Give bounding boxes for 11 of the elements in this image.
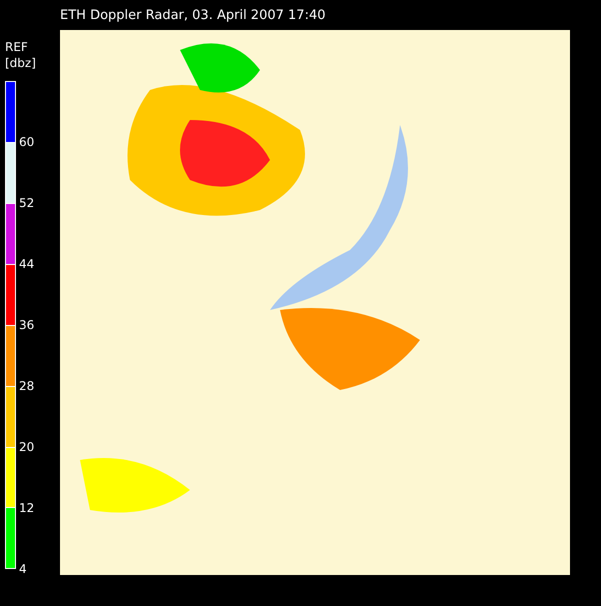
radar-title: ETH Doppler Radar, 03. April 2007 17:40 bbox=[59, 7, 326, 22]
legend-quantity: REF bbox=[4, 39, 29, 55]
legend-value: 20 bbox=[19, 441, 34, 453]
legend-value: 52 bbox=[19, 197, 34, 209]
legend-value: 44 bbox=[19, 258, 34, 270]
legend-unit: [dbz] bbox=[4, 55, 37, 71]
legend-value: 60 bbox=[19, 136, 34, 148]
legend-value: 28 bbox=[19, 380, 34, 392]
legend-value: 4 bbox=[19, 563, 27, 575]
legend-value: 12 bbox=[19, 502, 34, 514]
legend-value: 36 bbox=[19, 319, 34, 331]
